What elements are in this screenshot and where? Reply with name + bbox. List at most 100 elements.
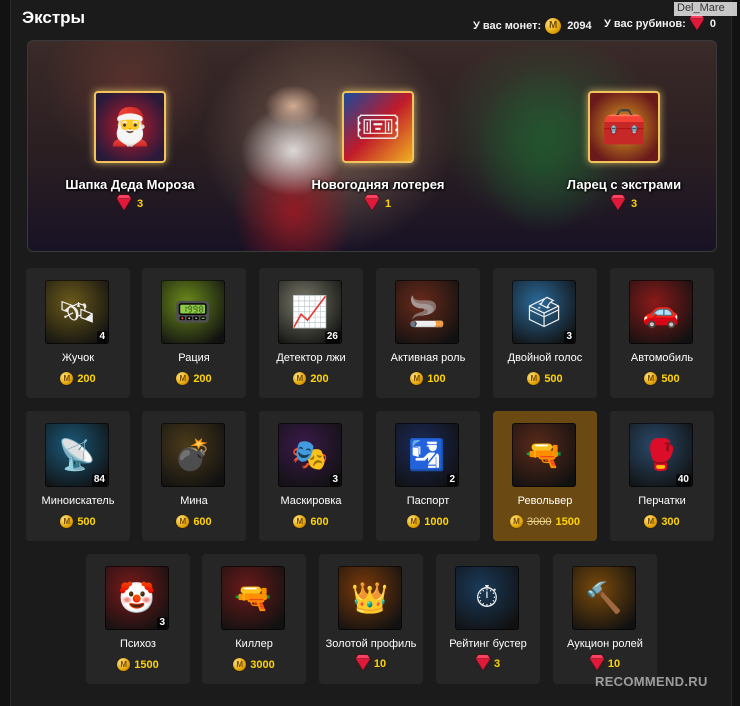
extra-card[interactable]: 📟 Рация M 200 bbox=[142, 268, 246, 398]
price-value: 10 bbox=[607, 658, 621, 670]
extra-price: M 500 bbox=[26, 515, 130, 528]
price-value: 600 bbox=[193, 515, 212, 528]
banner-item-name: Новогодняя лотерея bbox=[311, 177, 445, 192]
mafia-man-icon: 🚬 bbox=[395, 280, 459, 344]
ruby-balance: У вас рубинов: 0 bbox=[604, 18, 716, 30]
extra-name: Револьвер bbox=[517, 495, 573, 507]
ruby-icon bbox=[355, 658, 370, 670]
coin-icon: M bbox=[545, 18, 562, 34]
gavel-icon: 🔨 bbox=[572, 566, 636, 630]
price-value: 600 bbox=[310, 515, 329, 528]
pistol-icon: 🔫 bbox=[221, 566, 285, 630]
extra-card[interactable]: 🔫 Револьвер M 3000 1500 bbox=[493, 411, 597, 541]
extra-price: M 600 bbox=[259, 515, 363, 528]
banner-item-name: Ларец с экстрами bbox=[566, 177, 682, 192]
jigsaw-mask-icon: 🤡 3 bbox=[105, 566, 169, 630]
banner-item-price: 3 bbox=[524, 198, 716, 210]
item-count-badge: 26 bbox=[324, 331, 340, 343]
item-count-badge: 3 bbox=[157, 617, 167, 629]
price-value: 200 bbox=[77, 372, 96, 385]
extra-card[interactable]: 📡 84 Миноискатель M 500 bbox=[26, 411, 130, 541]
extra-name: Золотой профиль bbox=[325, 638, 417, 650]
old-price: 3000 bbox=[527, 515, 552, 528]
item-count-badge: 3 bbox=[330, 474, 340, 486]
ruby-icon bbox=[364, 198, 379, 210]
extra-name: Киллер bbox=[235, 638, 273, 650]
extra-card[interactable]: 🛂 2 Паспорт M 1000 bbox=[376, 411, 480, 541]
extra-name: Паспорт bbox=[406, 495, 450, 507]
extra-price: M 200 bbox=[142, 372, 246, 385]
extra-card[interactable]: 👑 Золотой профиль 10 bbox=[319, 554, 423, 684]
passport-icon: 🛂 2 bbox=[395, 423, 459, 487]
extra-price: M 3000 bbox=[202, 658, 306, 671]
crown-icon: 👑 bbox=[338, 566, 402, 630]
price-value: 200 bbox=[193, 372, 212, 385]
mine-detector-icon: 📡 84 bbox=[45, 423, 109, 487]
extra-card[interactable]: 🚬 Активная роль M 100 bbox=[376, 268, 480, 398]
extra-card[interactable]: 🛰 4 Жучок M 200 bbox=[26, 268, 130, 398]
price-value: 1000 bbox=[424, 515, 449, 528]
coin-icon: M bbox=[510, 515, 524, 528]
extra-name: Рейтинг бустер bbox=[449, 638, 527, 650]
extra-name: Автомобиль bbox=[630, 352, 694, 364]
ruby-icon bbox=[610, 198, 625, 210]
lottery-ticket-icon: 🎟 bbox=[342, 91, 414, 163]
price-value: 100 bbox=[427, 372, 446, 385]
extra-name: Двойной голос bbox=[507, 352, 583, 364]
banner-item-lottery[interactable]: 🎟 Новогодняя лотерея 1 bbox=[278, 91, 478, 210]
extra-name: Психоз bbox=[120, 638, 156, 650]
coin-icon: M bbox=[293, 372, 307, 385]
extra-price: M 600 bbox=[142, 515, 246, 528]
extra-card[interactable]: 🗳 3 Двойной голос M 500 bbox=[493, 268, 597, 398]
extra-card[interactable]: ⏱ Рейтинг бустер 3 bbox=[436, 554, 540, 684]
extra-price: 10 bbox=[319, 658, 423, 670]
item-count-badge: 40 bbox=[675, 474, 691, 486]
banner-item-santa-hat[interactable]: 🎅 Шапка Деда Мороза 3 bbox=[30, 91, 230, 210]
walkie-talkie-icon: 📟 bbox=[161, 280, 225, 344]
bug-device-icon: 🛰 4 bbox=[45, 280, 109, 344]
extra-card[interactable]: 🥊 40 Перчатки M 300 bbox=[610, 411, 714, 541]
extra-name: Мина bbox=[180, 495, 208, 507]
ruby-icon bbox=[475, 658, 490, 670]
extra-price: M 1000 bbox=[376, 515, 480, 528]
coin-icon: M bbox=[233, 658, 247, 671]
extra-card[interactable]: 💣 Мина M 600 bbox=[142, 411, 246, 541]
coin-icon: M bbox=[644, 372, 658, 385]
extra-name: Маскировка bbox=[280, 495, 342, 507]
extra-price: M 200 bbox=[259, 372, 363, 385]
extra-card[interactable]: 🔨 Аукцион ролей 10 bbox=[553, 554, 657, 684]
price-value: 500 bbox=[661, 372, 680, 385]
extra-card[interactable]: 📈 26 Детектор лжи M 200 bbox=[259, 268, 363, 398]
coins-value: 2094 bbox=[567, 20, 592, 32]
item-count-badge: 2 bbox=[447, 474, 457, 486]
extra-name: Рация bbox=[178, 352, 210, 364]
ruby-icon bbox=[689, 18, 704, 30]
revolver-icon: 🔫 bbox=[512, 423, 576, 487]
speedometer-icon: ⏱ bbox=[455, 566, 519, 630]
extra-card[interactable]: 🚗 Автомобиль M 500 bbox=[610, 268, 714, 398]
extra-name: Миноискатель bbox=[41, 495, 115, 507]
boxing-gloves-icon: 🥊 40 bbox=[629, 423, 693, 487]
coin-icon: M bbox=[407, 515, 421, 528]
car-icon: 🚗 bbox=[629, 280, 693, 344]
extra-price: M 200 bbox=[26, 372, 130, 385]
rubies-label: У вас рубинов: bbox=[604, 18, 686, 30]
coin-icon: M bbox=[293, 515, 307, 528]
extra-price: M 3000 1500 bbox=[493, 515, 597, 528]
banner-item-chest[interactable]: 🧰 Ларец с экстрами 3 bbox=[524, 91, 716, 210]
santa-hat-icon: 🎅 bbox=[94, 91, 166, 163]
coin-balance: У вас монет: M 2094 bbox=[473, 18, 592, 34]
extra-price: M 300 bbox=[610, 515, 714, 528]
extra-card[interactable]: 🤡 3 Психоз M 1500 bbox=[86, 554, 190, 684]
mine-icon: 💣 bbox=[161, 423, 225, 487]
price-value: 200 bbox=[310, 372, 329, 385]
extra-card[interactable]: 🎭 3 Маскировка M 600 bbox=[259, 411, 363, 541]
price-value: 10 bbox=[373, 658, 387, 670]
watermark: RECOMMEND.RU bbox=[595, 674, 708, 689]
extra-price: M 500 bbox=[610, 372, 714, 385]
banner-item-price: 3 bbox=[30, 198, 230, 210]
page-title: Экстры bbox=[22, 8, 86, 27]
coins-label: У вас монет: bbox=[473, 20, 542, 32]
mask-icon: 🎭 3 bbox=[278, 423, 342, 487]
extra-card[interactable]: 🔫 Киллер M 3000 bbox=[202, 554, 306, 684]
